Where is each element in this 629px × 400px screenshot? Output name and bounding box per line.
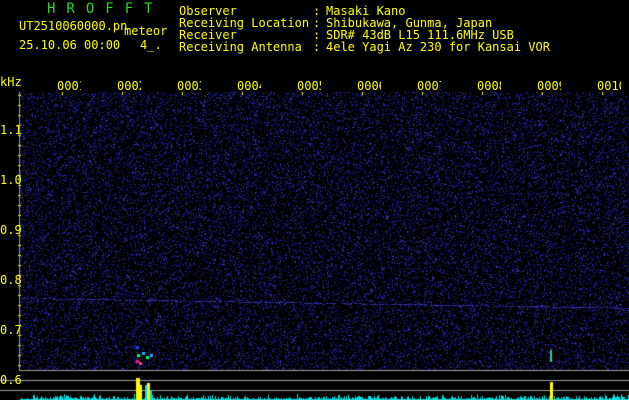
meteor-count: 4_. [140,38,162,52]
x-tick-label: 0007 [417,80,441,93]
x-tick-label: 0010 [597,80,621,93]
colon: : [313,40,321,54]
x-tick-label: 0002 [117,80,141,93]
y-tick-label: 0.9 [0,223,22,237]
y-axis-unit: kHz [0,75,22,89]
x-tick-label: 0003 [177,80,201,93]
app-title: HROFFT [47,1,164,17]
x-tick-label: 0005 [297,80,321,93]
y-tick-label: 0.7 [0,323,22,337]
date-time: 25.10.06 00:00 [19,38,121,52]
x-tick-label: 0006 [357,80,381,93]
y-tick-label: 0.6 [0,373,22,387]
detection-kind: meteor [124,24,168,38]
x-tick-label: 0001 [57,80,81,93]
y-tick-label: 1.0 [0,173,22,187]
y-tick-label: 1.1 [0,123,22,137]
spectrogram [0,0,629,400]
x-tick-label: 0008 [477,80,501,93]
antenna-value: 4ele Yagi Az 230 for Kansai VOR [326,40,550,54]
x-tick-label: 0009 [537,80,561,93]
y-tick-label: 0.8 [0,273,22,287]
x-tick-label: 0004 [237,80,261,93]
hrofft-window: HROFFT UT2510060000.pn meteor 25.10.06 0… [0,0,629,400]
antenna-label: Receiving Antenna [179,40,302,54]
file-name: UT2510060000.pn [19,19,128,33]
